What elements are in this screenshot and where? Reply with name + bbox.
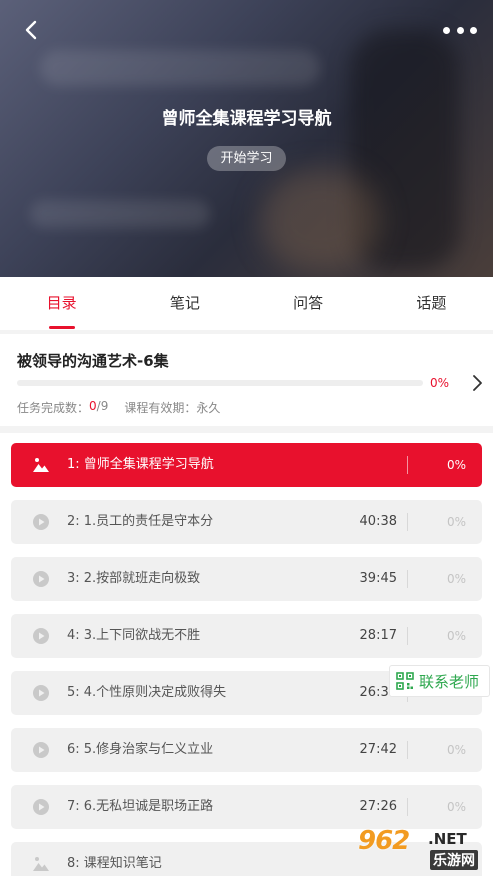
qr-code-icon [396,672,414,690]
lesson-title: 5: 4.个性原则决定成败得失 [67,685,227,700]
lesson-duration: 28:17 [359,628,397,643]
tab-label: 话题 [416,294,447,312]
lesson-item[interactable]: 4: 3.上下同欲战无不胜 28:17 0% [11,614,482,658]
lesson-item[interactable]: 3: 2.按部就班走向极致 39:45 0% [11,557,482,601]
validity-value: 永久 [196,401,221,415]
play-icon [32,570,50,588]
tasks-label: 任务完成数： [17,401,90,415]
divider [407,570,408,588]
lesson-title: 8: 课程知识笔记 [67,856,162,871]
course-meta: 任务完成数： 0 /9 课程有效期： 永久 [17,399,220,416]
lesson-progress: 0% [446,572,466,586]
page-title: 曾师全集课程学习导航 [161,109,332,129]
divider [407,456,408,474]
lesson-progress: 0% [446,629,466,643]
lesson-duration: 39:45 [359,571,397,586]
lesson-progress: 0% [446,800,466,814]
tab-label: 问答 [293,294,324,312]
image-icon [32,456,50,474]
lesson-title: 3: 2.按部就班走向极致 [67,571,201,586]
tab-qa[interactable]: 问答 [247,277,370,330]
more-dots-icon [443,26,450,34]
play-icon [32,513,50,531]
contact-teacher-label: 联系老师 [419,672,480,691]
watermark-net: .NET [428,830,467,848]
chevron-right-icon[interactable] [470,374,484,392]
site-watermark: 962 .NET 乐游网 [358,826,490,874]
course-progress-bar [17,380,423,386]
play-icon [32,684,50,702]
divider [407,741,408,759]
contact-teacher-button[interactable]: 联系老师 [389,665,490,697]
course-cover: 曾师全集课程学习导航 开始学习 [0,0,493,277]
watermark-cn: 乐游网 [430,850,478,870]
lesson-title: 4: 3.上下同欲战无不胜 [67,628,201,643]
play-icon [32,627,50,645]
divider [407,798,408,816]
start-learning-button[interactable]: 开始学习 [207,146,286,171]
lesson-title: 1: 曾师全集课程学习导航 [67,457,214,472]
lesson-progress: 0% [446,743,466,757]
lesson-title: 6: 5.修身治家与仁义立业 [67,742,214,757]
validity-label: 课程有效期： [124,401,197,415]
course-progress-percent: 0% [430,376,450,390]
course-title: 被领导的沟通艺术-6集 [17,352,169,370]
tab-catalog[interactable]: 目录 [0,277,123,330]
lesson-progress: 0% [446,458,466,472]
tab-active-indicator [48,326,75,329]
lesson-title: 2: 1.员工的责任是守本分 [67,514,214,529]
lesson-progress: 0% [446,515,466,529]
tab-bar: 目录 笔记 问答 话题 [0,277,493,330]
divider [407,513,408,531]
divider [407,627,408,645]
image-icon [32,855,50,873]
lesson-list: 1: 曾师全集课程学习导航 0% 2: 1.员工的责任是守本分 40:38 0% 3: 2… [0,433,493,876]
tasks-done: 0 [89,399,97,413]
chevron-left-icon [25,20,37,40]
lesson-item[interactable]: 2: 1.员工的责任是守本分 40:38 0% [11,500,482,544]
tasks-total: /9 [96,399,109,413]
lesson-duration: 27:42 [359,742,397,757]
lesson-duration: 27:26 [359,799,397,814]
tab-topics[interactable]: 话题 [370,277,493,330]
play-icon [32,741,50,759]
watermark-number: 962 [358,826,410,856]
tab-label: 目录 [46,294,77,312]
lesson-item[interactable]: 1: 曾师全集课程学习导航 0% [11,443,482,487]
lesson-item[interactable]: 6: 5.修身治家与仁义立业 27:42 0% [11,728,482,772]
back-button[interactable] [18,16,46,44]
course-summary[interactable]: 被领导的沟通艺术-6集 0% 任务完成数： 0 /9 课程有效期： 永久 [0,334,493,426]
more-button[interactable] [443,18,477,42]
lesson-duration: 40:38 [359,514,397,529]
lesson-item[interactable]: 7: 6.无私坦诚是职场正路 27:26 0% [11,785,482,829]
lesson-title: 7: 6.无私坦诚是职场正路 [67,799,214,814]
tab-label: 笔记 [169,294,200,312]
play-icon [32,798,50,816]
tab-notes[interactable]: 笔记 [123,277,246,330]
